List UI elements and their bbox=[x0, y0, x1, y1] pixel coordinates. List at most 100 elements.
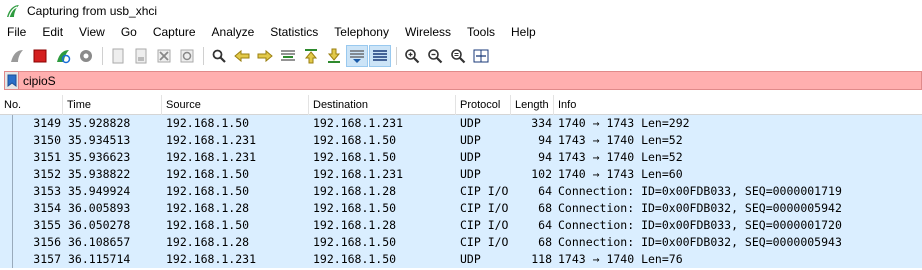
capture-options-icon bbox=[80, 50, 92, 62]
packet-time-cell: 35.936623 bbox=[68, 150, 131, 164]
menu-capture[interactable]: Capture bbox=[145, 22, 204, 43]
menu-analyze[interactable]: Analyze bbox=[204, 22, 263, 43]
packet-row[interactable]: 3151 35.936623 192.168.1.231 192.168.1.50 UD… bbox=[0, 149, 922, 166]
packet-dst-cell: 192.168.1.50 bbox=[313, 235, 397, 249]
packet-dst-cell: 192.168.1.50 bbox=[313, 201, 397, 215]
packet-info-cell: Connection: ID=0x00FDB033, SEQ=000000172… bbox=[558, 218, 842, 232]
packet-row[interactable]: 3150 35.934513 192.168.1.231 192.168.1.50 UD… bbox=[0, 132, 922, 149]
colorize-icon bbox=[373, 50, 387, 61]
packet-src-cell: 192.168.1.28 bbox=[166, 235, 250, 249]
menu-tools[interactable]: Tools bbox=[459, 22, 503, 43]
menu-view[interactable]: View bbox=[71, 22, 113, 43]
packet-dst-cell: 192.168.1.50 bbox=[313, 252, 397, 266]
go-last-button[interactable] bbox=[323, 45, 345, 67]
packet-no-cell: 3157 bbox=[33, 252, 61, 266]
menu-go[interactable]: Go bbox=[113, 22, 145, 43]
go-forward-button[interactable] bbox=[254, 45, 276, 67]
packet-row[interactable]: 3149 35.928828 192.168.1.50 192.168.1.231 UD… bbox=[0, 115, 922, 132]
packet-info-cell: 1743 → 1740 Len=52 bbox=[558, 133, 683, 147]
go-first-button[interactable] bbox=[300, 45, 322, 67]
packet-proto-cell: UDP bbox=[460, 133, 481, 147]
packet-no-cell: 3150 bbox=[33, 133, 61, 147]
packet-no-cell: 3151 bbox=[33, 150, 61, 164]
resize-columns-icon bbox=[473, 49, 489, 63]
packet-row[interactable]: 3153 35.949924 192.168.1.50 192.168.1.28 CIP… bbox=[0, 183, 922, 200]
zoom-normal-icon bbox=[451, 49, 466, 64]
menu-statistics[interactable]: Statistics bbox=[262, 22, 326, 43]
packet-len-cell: 118 bbox=[531, 252, 552, 266]
zoom-normal-button[interactable] bbox=[447, 45, 469, 67]
zoom-out-button[interactable] bbox=[424, 45, 446, 67]
display-filter-bar bbox=[0, 69, 922, 93]
toolbar-separator bbox=[102, 47, 103, 65]
find-packet-icon bbox=[212, 49, 226, 63]
packet-src-cell: 192.168.1.231 bbox=[166, 133, 257, 147]
column-header-protocol[interactable]: Protocol bbox=[456, 95, 511, 115]
zoom-in-button[interactable] bbox=[401, 45, 423, 67]
find-packet-button[interactable] bbox=[208, 45, 230, 67]
packet-proto-cell: UDP bbox=[460, 116, 481, 130]
go-first-icon bbox=[304, 49, 318, 64]
stop-capture-button[interactable] bbox=[29, 45, 51, 67]
auto-scroll-button[interactable] bbox=[346, 45, 368, 67]
packet-proto-cell: CIP I/O bbox=[460, 184, 509, 198]
resize-columns-button[interactable] bbox=[470, 45, 492, 67]
menu-bar: File Edit View Go Capture Analyze Statis… bbox=[0, 22, 922, 43]
menu-file[interactable]: File bbox=[0, 22, 34, 43]
packet-dst-cell: 192.168.1.28 bbox=[313, 218, 397, 232]
capture-options-button[interactable] bbox=[75, 45, 97, 67]
go-to-packet-button[interactable] bbox=[277, 45, 299, 67]
column-header-length[interactable]: Length bbox=[511, 95, 554, 115]
go-back-button[interactable] bbox=[231, 45, 253, 67]
packet-len-cell: 94 bbox=[538, 150, 552, 164]
packet-time-cell: 35.928828 bbox=[68, 116, 131, 130]
packet-len-cell: 102 bbox=[531, 167, 552, 181]
column-header-source[interactable]: Source bbox=[162, 95, 309, 115]
packet-info-cell: 1743 → 1740 Len=52 bbox=[558, 150, 683, 164]
packet-time-cell: 35.949924 bbox=[68, 184, 131, 198]
packet-row[interactable]: 3154 36.005893 192.168.1.28 192.168.1.50 CIP… bbox=[0, 200, 922, 217]
column-header-info[interactable]: Info bbox=[554, 95, 922, 115]
packet-src-cell: 192.168.1.50 bbox=[166, 116, 250, 130]
colorize-button[interactable] bbox=[369, 45, 391, 67]
packet-no-cell: 3155 bbox=[33, 218, 61, 232]
auto-scroll-icon bbox=[350, 50, 364, 63]
column-header-no[interactable]: No. bbox=[0, 95, 63, 115]
menu-telephony[interactable]: Telephony bbox=[326, 22, 397, 43]
open-file-icon bbox=[112, 48, 124, 64]
packet-row[interactable]: 3152 35.938822 192.168.1.50 192.168.1.231 UD… bbox=[0, 166, 922, 183]
filter-bookmark-button[interactable] bbox=[5, 72, 19, 89]
save-file-button[interactable] bbox=[130, 45, 152, 67]
menu-wireless[interactable]: Wireless bbox=[397, 22, 459, 43]
packet-dst-cell: 192.168.1.231 bbox=[313, 167, 404, 181]
restart-capture-button[interactable] bbox=[52, 45, 74, 67]
menu-help[interactable]: Help bbox=[503, 22, 544, 43]
wireshark-logo-icon bbox=[7, 5, 19, 18]
menu-edit[interactable]: Edit bbox=[34, 22, 71, 43]
start-capture-button[interactable] bbox=[6, 45, 28, 67]
go-last-icon bbox=[327, 48, 341, 63]
packet-time-cell: 36.115714 bbox=[68, 252, 131, 266]
packet-row[interactable]: 3155 36.050278 192.168.1.50 192.168.1.28 CIP… bbox=[0, 217, 922, 234]
packet-time-cell: 36.050278 bbox=[68, 218, 131, 232]
packet-src-cell: 192.168.1.231 bbox=[166, 150, 257, 164]
packet-row[interactable]: 3157 36.115714 192.168.1.231 192.168.1.50 UD… bbox=[0, 251, 922, 268]
column-header-time[interactable]: Time bbox=[63, 95, 162, 115]
packet-list: No. Time Source Destination Protocol Len… bbox=[0, 95, 922, 270]
go-back-icon bbox=[234, 49, 250, 63]
packet-row[interactable]: 3156 36.108657 192.168.1.28 192.168.1.50 CIP… bbox=[0, 234, 922, 251]
go-forward-icon bbox=[257, 49, 273, 63]
window-title: Capturing from usb_xhci bbox=[27, 4, 158, 18]
packet-proto-cell: CIP I/O bbox=[460, 201, 509, 215]
packet-dst-cell: 192.168.1.28 bbox=[313, 184, 397, 198]
packet-src-cell: 192.168.1.231 bbox=[166, 252, 257, 266]
packet-info-cell: 1743 → 1740 Len=76 bbox=[558, 252, 683, 266]
reload-file-button[interactable] bbox=[176, 45, 198, 67]
packet-info-cell: Connection: ID=0x00FDB032, SEQ=000000594… bbox=[558, 235, 842, 249]
restart-capture-icon bbox=[57, 50, 71, 64]
open-file-button[interactable] bbox=[107, 45, 129, 67]
column-header-destination[interactable]: Destination bbox=[309, 95, 456, 115]
close-file-button[interactable] bbox=[153, 45, 175, 67]
packet-no-cell: 3152 bbox=[33, 167, 61, 181]
display-filter-input[interactable] bbox=[23, 73, 903, 88]
